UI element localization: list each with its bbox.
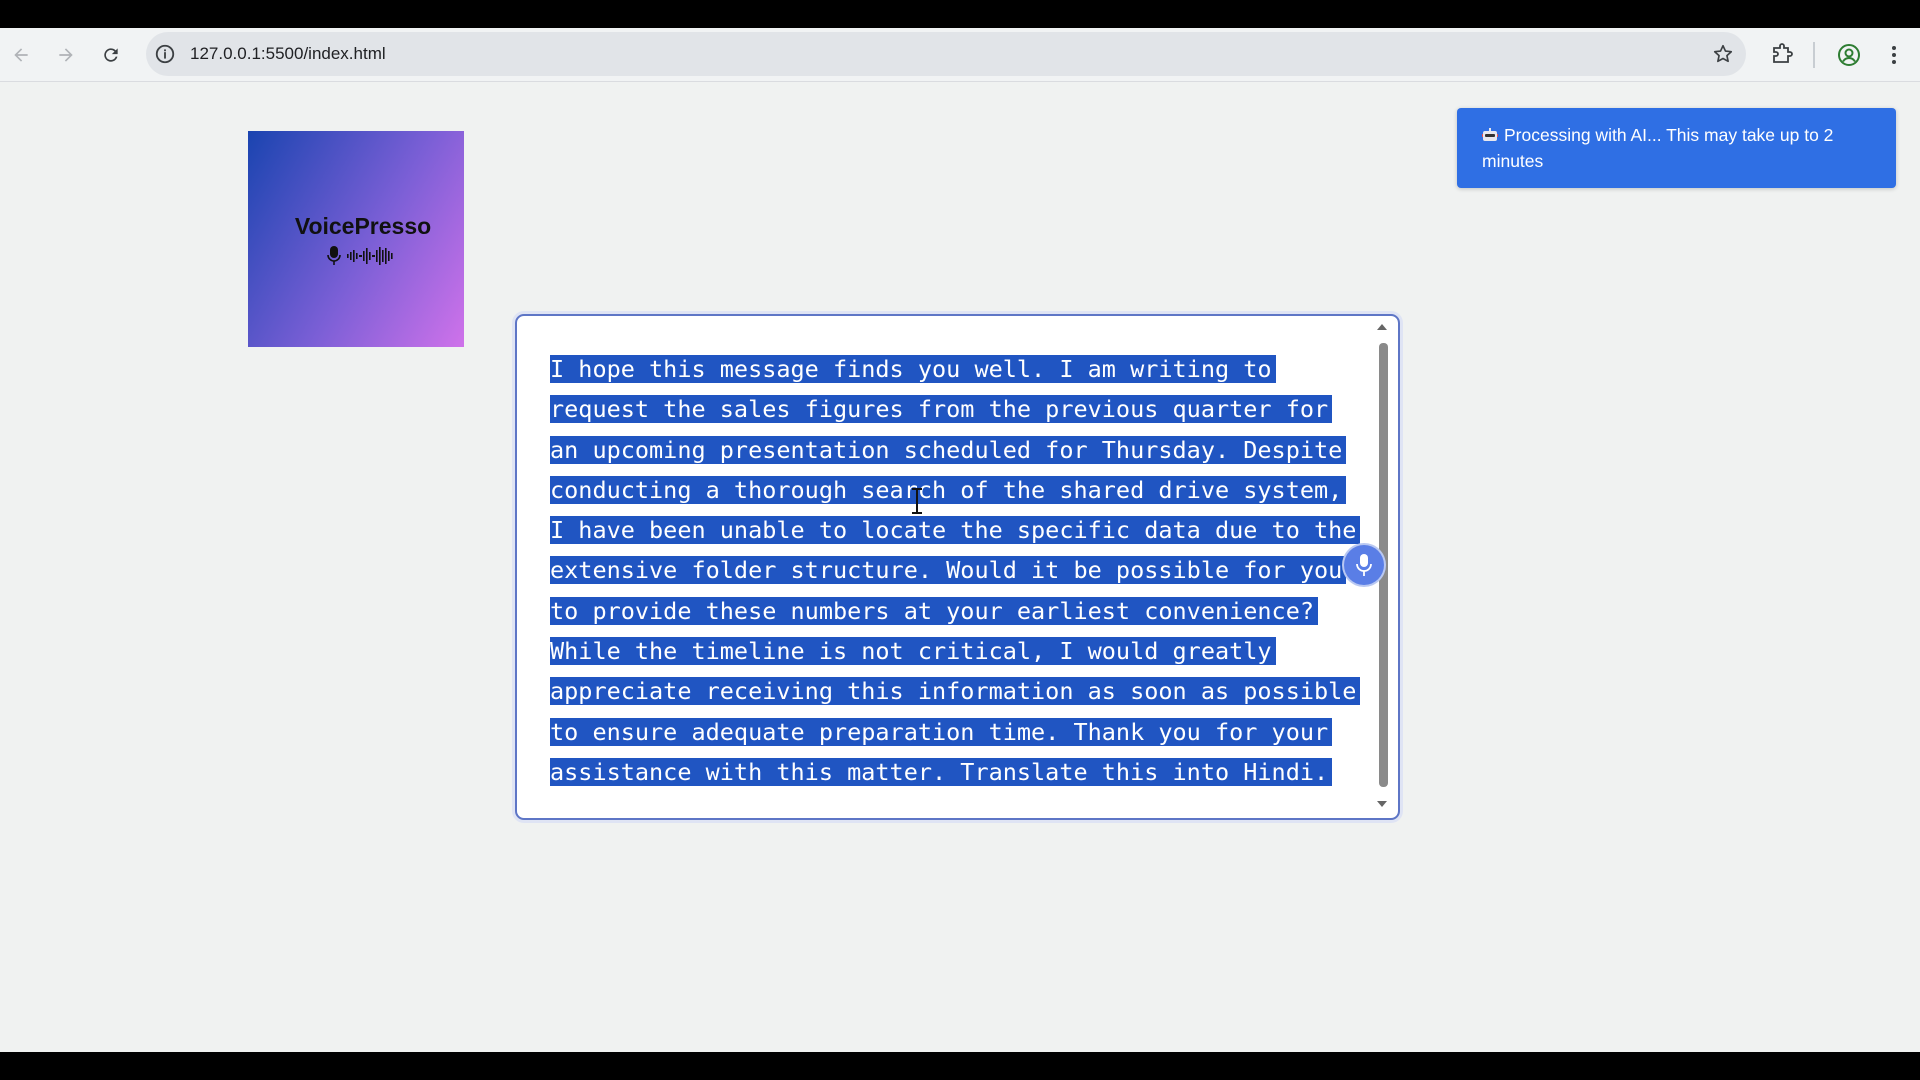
editor-line[interactable]: to provide these numbers at your earlies… <box>550 591 1360 631</box>
editor-line[interactable]: request the sales figures from the previ… <box>550 389 1360 429</box>
back-button[interactable] <box>6 40 36 70</box>
editor-line[interactable]: to ensure adequate preparation time. Tha… <box>550 712 1360 752</box>
editor-line[interactable]: I have been unable to locate the specifi… <box>550 510 1361 550</box>
editor-line-text: to ensure adequate preparation time. Tha… <box>550 717 1333 746</box>
extensions-icon[interactable] <box>1770 43 1794 67</box>
reload-icon <box>104 48 118 62</box>
menu-icon[interactable] <box>1882 43 1906 67</box>
profile-icon[interactable] <box>1837 43 1861 67</box>
editor-line[interactable]: While the timeline is not critical, I wo… <box>550 631 1360 671</box>
address-bar[interactable]: 127.0.0.1:5500/index.html <box>146 32 1746 76</box>
editor-line[interactable]: assistance with this matter. Translate t… <box>550 752 1360 792</box>
logo-graphic <box>327 245 395 266</box>
editor-line-text: I have been unable to locate the specifi… <box>550 516 1361 545</box>
window-top-bar <box>0 0 1920 28</box>
editor-line-text: to provide these numbers at your earlies… <box>550 596 1319 625</box>
editor-line-text: I hope this message finds you well. I am… <box>550 355 1276 383</box>
voice-input-button[interactable] <box>1344 545 1384 585</box>
window-bottom-bar <box>0 1052 1920 1080</box>
robot-icon <box>1482 128 1498 141</box>
editor-line-text: an upcoming presentation scheduled for T… <box>550 435 1347 464</box>
editor-line[interactable]: extensive folder structure. Would it be … <box>550 550 1360 590</box>
text-cursor-icon <box>912 488 922 514</box>
reload-button[interactable] <box>96 40 126 70</box>
toolbar-divider <box>1813 42 1815 68</box>
editor-line[interactable]: appreciate receiving this information as… <box>550 671 1361 711</box>
page-content: VoicePresso Processing with AI... This m… <box>0 82 1920 1052</box>
microphone-icon <box>1356 554 1372 576</box>
back-icon <box>14 48 28 62</box>
text-editor[interactable]: I hope this message finds you well. I am… <box>515 314 1400 820</box>
editor-line-text: appreciate receiving this information as… <box>550 677 1361 706</box>
processing-toast: Processing with AI... This may take up t… <box>1457 108 1896 188</box>
editor-line-text: While the timeline is not critical, I wo… <box>550 637 1276 666</box>
toast-message: Processing with AI... This may take up t… <box>1482 125 1834 171</box>
scroll-down-arrow-icon[interactable] <box>1376 798 1388 810</box>
editor-line-text: extensive folder structure. Would it be … <box>550 556 1347 585</box>
editor-line-text: assistance with this matter. Translate t… <box>550 757 1333 786</box>
info-icon[interactable] <box>154 43 176 65</box>
logo-title: VoicePresso <box>294 212 432 239</box>
forward-icon <box>59 48 73 62</box>
editor-line[interactable]: I hope this message finds you well. I am… <box>550 349 1360 389</box>
browser-toolbar: 127.0.0.1:5500/index.html <box>0 28 1920 82</box>
editor-line[interactable]: conducting a thorough search of the shar… <box>550 470 1360 510</box>
forward-button[interactable] <box>51 40 81 70</box>
scroll-up-arrow-icon[interactable] <box>1376 321 1388 333</box>
editor-line-text: conducting a thorough search of the shar… <box>550 475 1347 504</box>
soundwave-icon <box>347 246 393 265</box>
editor-line[interactable]: an upcoming presentation scheduled for T… <box>550 430 1360 470</box>
microphone-icon <box>327 245 341 265</box>
editor-text[interactable]: I hope this message finds you well. I am… <box>550 349 1361 792</box>
url-text: 127.0.0.1:5500/index.html <box>190 44 386 63</box>
star-icon[interactable] <box>1712 43 1734 65</box>
app-logo: VoicePresso <box>248 131 464 347</box>
editor-line-text: request the sales figures from the previ… <box>550 395 1333 424</box>
